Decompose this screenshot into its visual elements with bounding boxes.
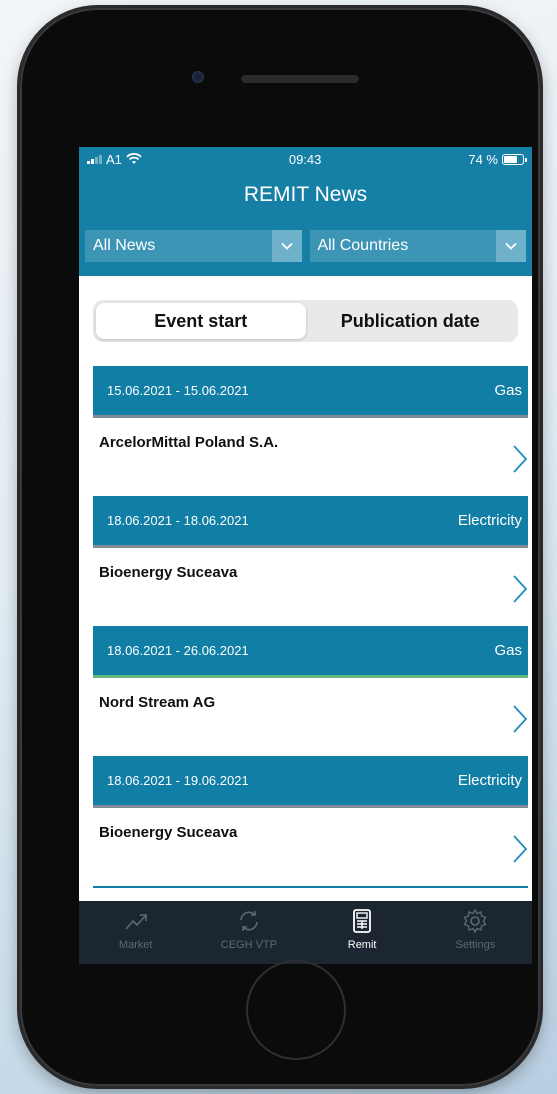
tab-cegh-vtp[interactable]: CEGH VTP xyxy=(192,901,305,964)
battery-percent: 74 % xyxy=(468,151,498,167)
gear-icon xyxy=(463,908,487,934)
list-item[interactable]: 18.06.2021 - 19.06.2021 Electricity Bioe… xyxy=(93,756,528,886)
status-bar: A1 09:43 74 % xyxy=(79,147,532,171)
item-dates: 18.06.2021 - 26.06.2021 xyxy=(107,643,249,658)
tab-label: Remit xyxy=(347,939,377,951)
news-filter-value: All News xyxy=(93,237,156,254)
app-screen: A1 09:43 74 % REMIT News All News All Co… xyxy=(79,147,532,964)
countries-filter-select[interactable]: All Countries xyxy=(309,230,526,262)
signal-icon xyxy=(87,154,102,164)
tab-bar: Market CEGH VTP Remit Settings xyxy=(79,901,532,964)
item-header: 18.06.2021 - 26.06.2021 Gas xyxy=(93,626,528,678)
item-type: Electricity xyxy=(457,772,522,789)
item-body[interactable]: Nord Stream AG xyxy=(93,678,528,756)
earpiece-speaker xyxy=(241,75,359,83)
front-camera xyxy=(192,71,204,83)
list-item[interactable]: 15.06.2021 - 15.06.2021 Gas ArcelorMitta… xyxy=(93,366,528,496)
item-name: Bioenergy Suceava xyxy=(99,564,238,581)
phone-frame: A1 09:43 74 % REMIT News All News All Co… xyxy=(20,8,540,1086)
item-header: 18.06.2021 - 19.06.2021 Electricity xyxy=(93,756,528,808)
countries-filter-value: All Countries xyxy=(317,237,409,254)
tab-settings[interactable]: Settings xyxy=(419,901,532,964)
calculator-icon xyxy=(353,909,372,933)
item-type: Gas xyxy=(494,642,522,659)
news-filter-select[interactable]: All News xyxy=(85,230,302,262)
chevron-down-icon[interactable] xyxy=(496,230,526,262)
item-dates: 18.06.2021 - 19.06.2021 xyxy=(107,773,249,788)
sync-icon xyxy=(240,911,258,931)
item-name: Bioenergy Suceava xyxy=(99,824,238,841)
trend-icon xyxy=(125,914,147,930)
chevron-right-icon[interactable] xyxy=(512,704,528,734)
chevron-down-icon[interactable] xyxy=(271,230,302,262)
segment-publication-date[interactable]: Publication date xyxy=(306,303,516,339)
app-header: A1 09:43 74 % REMIT News All News All Co… xyxy=(79,147,532,276)
chevron-right-icon[interactable] xyxy=(512,834,528,864)
item-body[interactable]: ArcelorMittal Poland S.A. xyxy=(93,418,528,496)
battery-icon xyxy=(502,153,527,165)
chevron-right-icon[interactable] xyxy=(512,574,528,604)
segment-event-start[interactable]: Event start xyxy=(96,303,306,339)
item-name: ArcelorMittal Poland S.A. xyxy=(99,434,279,451)
list-item[interactable]: 18.06.2021 - 18.06.2021 Electricity Bioe… xyxy=(93,496,528,626)
list-item[interactable]: 18.06.2021 - 26.06.2021 Gas Nord Stream … xyxy=(93,626,528,756)
item-header: 18.06.2021 - 18.06.2021 Electricity xyxy=(93,496,528,548)
item-type: Gas xyxy=(494,382,522,399)
item-header: 15.06.2021 - 15.06.2021 Gas xyxy=(93,366,528,418)
tab-remit[interactable]: Remit xyxy=(306,901,419,964)
carrier-label: A1 xyxy=(106,151,122,167)
tab-label: Market xyxy=(118,939,153,951)
battery-fill xyxy=(504,155,518,163)
sort-segmented-control-wrap: Event start Publication date xyxy=(79,276,532,366)
sort-segmented-control: Event start Publication date xyxy=(93,300,518,342)
home-button[interactable] xyxy=(246,960,346,1060)
news-list: 15.06.2021 - 15.06.2021 Gas ArcelorMitta… xyxy=(79,366,532,886)
item-name: Nord Stream AG xyxy=(99,694,216,711)
item-body[interactable]: Bioenergy Suceava xyxy=(93,548,528,626)
page-title: REMIT News xyxy=(243,183,368,206)
item-dates: 15.06.2021 - 15.06.2021 xyxy=(107,383,249,398)
item-type: Electricity xyxy=(457,512,522,529)
tab-market[interactable]: Market xyxy=(79,901,192,964)
filter-bar: All News All Countries xyxy=(79,230,532,262)
tab-label: CEGH VTP xyxy=(220,939,277,951)
tab-label: Settings xyxy=(455,939,496,951)
status-time: 09:43 xyxy=(288,151,322,167)
item-body[interactable]: Bioenergy Suceava xyxy=(93,808,528,886)
chevron-right-icon[interactable] xyxy=(512,444,528,474)
item-dates: 18.06.2021 - 18.06.2021 xyxy=(107,513,249,528)
wifi-icon xyxy=(126,153,142,164)
